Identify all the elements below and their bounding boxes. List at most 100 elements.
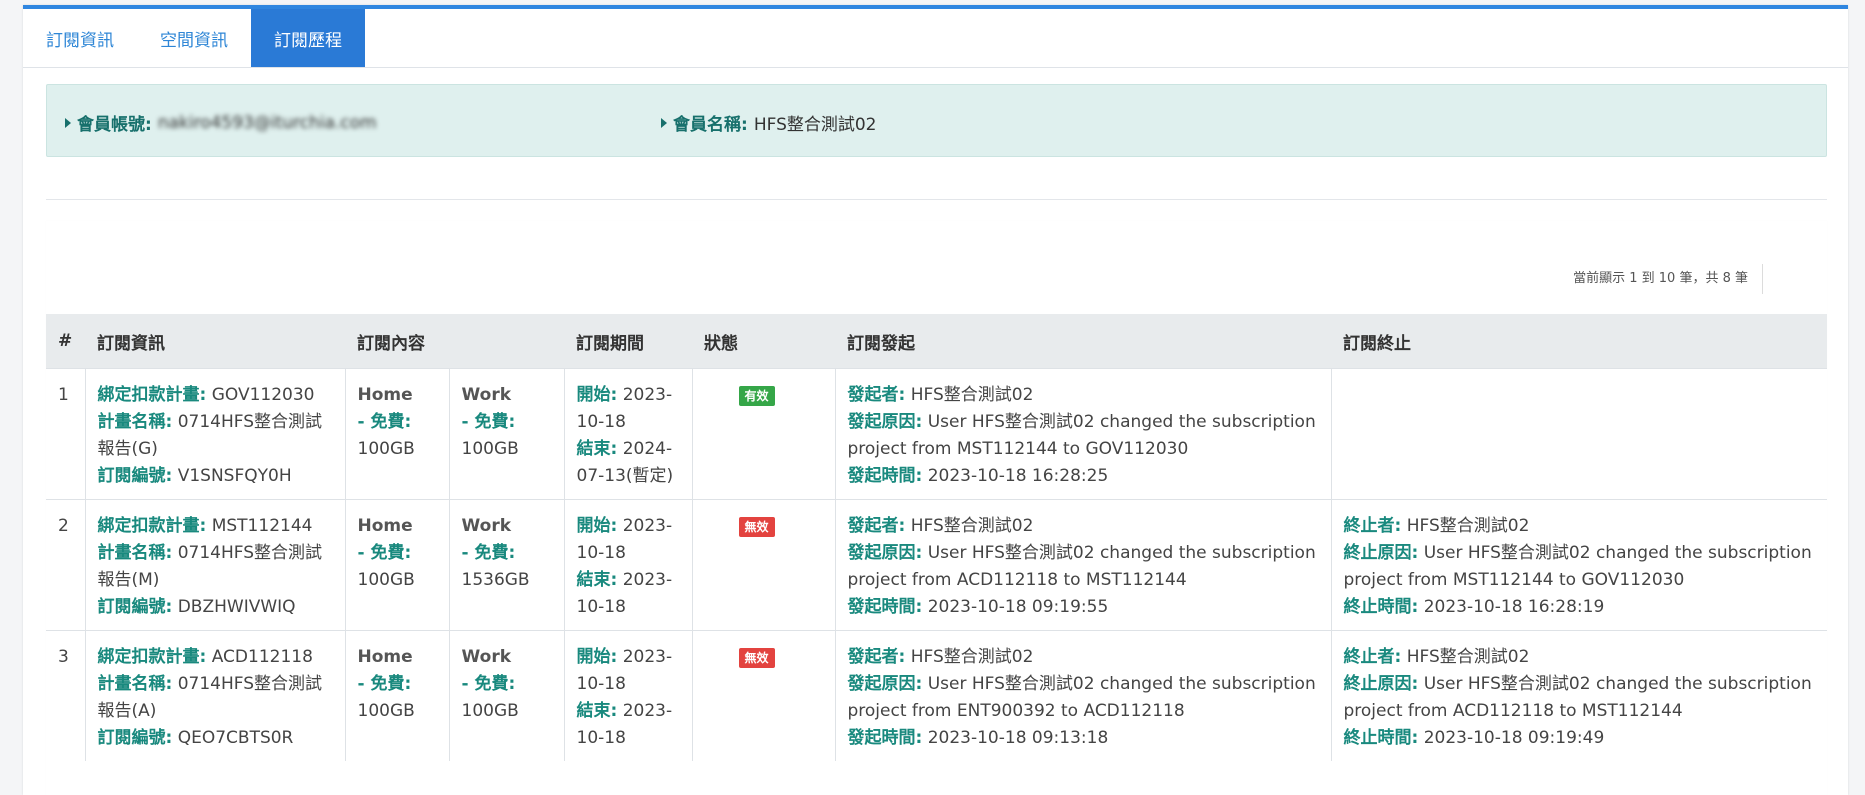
terminator-value: HFS整合測試02 [1406,647,1530,667]
end-label: 結束: [576,701,618,721]
term-time-label: 終止時間: [1343,728,1419,748]
start-label: 開始: [576,516,618,536]
status-badge: 有效 [738,386,775,406]
home-free-value: 100GB [357,570,415,590]
initiator-label: 發起者: [847,516,906,536]
subscription-history-table: # 訂閱資訊 訂閱內容 訂閱期間 狀態 訂閱發起 訂閱終止 1 綁定扣款計畫: … [46,314,1827,761]
caret-right-icon [65,117,71,128]
plan-name-label: 計畫名稱: [97,674,173,694]
home-label: Home [357,385,413,405]
plan-label: 綁定扣款計畫: [97,385,207,405]
init-reason-label: 發起原因: [847,412,923,432]
start-label: 開始: [576,385,618,405]
tab-bar: 訂閱資訊 空間資訊 訂閱歷程 [23,9,1848,68]
sub-no-value: DBZHWIVWIQ [177,597,296,617]
end-label: 結束: [576,570,618,590]
col-header-status: 狀態 [692,314,835,369]
work-free-label: - 免費: [461,543,516,563]
term-reason-label: 終止原因: [1343,543,1419,563]
home-free-label: - 免費: [357,674,412,694]
tab-space-info[interactable]: 空間資訊 [137,9,251,67]
tab-subscription-history[interactable]: 訂閱歷程 [251,9,365,67]
member-account: 會員帳號: nakiro4593@iturchia.com [65,110,377,135]
init-time-label: 發起時間: [847,466,923,486]
home-free-value: 100GB [357,701,415,721]
home-free-label: - 免費: [357,543,412,563]
col-header-period: 訂閱期間 [564,314,692,369]
pagination-summary: 當前顯示 1 到 10 筆，共 8 筆 [1573,264,1763,294]
init-time-label: 發起時間: [847,728,923,748]
caret-right-icon [661,117,667,128]
init-time-label: 發起時間: [847,597,923,617]
sub-no-label: 訂閱編號: [97,597,173,617]
work-free-label: - 免費: [461,674,516,694]
plan-value: GOV112030 [211,385,315,405]
init-reason-label: 發起原因: [847,543,923,563]
home-label: Home [357,516,413,536]
init-time-value: 2023-10-18 16:28:25 [927,466,1109,486]
col-header-num: # [46,314,85,369]
member-name-label: 會員名稱: [673,115,748,135]
sub-no-label: 訂閱編號: [97,728,173,748]
tab-subscription-info[interactable]: 訂閱資訊 [23,9,137,67]
col-header-subscription-info: 訂閱資訊 [85,314,345,369]
term-time-label: 終止時間: [1343,597,1419,617]
member-name-value: HFS整合測試02 [753,115,877,135]
member-account-value: nakiro4593@iturchia.com [157,112,377,133]
member-name: 會員名稱: HFS整合測試02 [661,110,877,135]
main-panel: 訂閱資訊 空間資訊 訂閱歷程 會員帳號: nakiro4593@iturchia… [23,5,1848,795]
initiator-label: 發起者: [847,647,906,667]
initiator-value: HFS整合測試02 [910,647,1034,667]
end-label: 結束: [576,439,618,459]
sub-no-value: V1SNSFQY0H [177,466,292,486]
divider [46,199,1827,200]
col-header-content-2 [449,314,564,369]
home-free-label: - 免費: [357,412,412,432]
status-badge: 無效 [738,517,775,537]
home-label: Home [357,647,413,667]
start-label: 開始: [576,647,618,667]
work-label: Work [461,385,512,405]
row-number: 3 [58,647,69,667]
term-time-value: 2023-10-18 16:28:19 [1423,597,1605,617]
terminator-value: HFS整合測試02 [1406,516,1530,536]
terminator-label: 終止者: [1343,516,1402,536]
sub-no-value: QEO7CBTS0R [177,728,294,748]
plan-name-label: 計畫名稱: [97,543,173,563]
work-label: Work [461,516,512,536]
init-time-value: 2023-10-18 09:19:55 [927,597,1109,617]
table-row: 1 綁定扣款計畫: GOV112030 計畫名稱: 0714HFS整合測試報告(… [46,368,1827,500]
work-free-value: 100GB [461,439,519,459]
plan-value: ACD112118 [211,647,313,667]
row-number: 2 [58,516,69,536]
row-number: 1 [58,385,69,405]
work-free-value: 1536GB [461,570,530,590]
work-free-value: 100GB [461,701,519,721]
history-table-card: 當前顯示 1 到 10 筆，共 8 筆 # 訂閱資訊 訂閱內容 訂閱期間 狀態 … [46,221,1827,795]
work-free-label: - 免費: [461,412,516,432]
plan-name-label: 計畫名稱: [97,412,173,432]
col-header-termination: 訂閱終止 [1331,314,1827,369]
table-row: 2 綁定扣款計畫: MST112144 計畫名稱: 0714HFS整合測試報告(… [46,499,1827,631]
plan-value: MST112144 [211,516,313,536]
terminator-label: 終止者: [1343,647,1402,667]
plan-label: 綁定扣款計畫: [97,516,207,536]
col-header-initiation: 訂閱發起 [835,314,1331,369]
sub-no-label: 訂閱編號: [97,466,173,486]
init-time-value: 2023-10-18 09:13:18 [927,728,1109,748]
table-row: 3 綁定扣款計畫: ACD112118 計畫名稱: 0714HFS整合測試報告(… [46,630,1827,761]
member-account-label: 會員帳號: [77,115,152,135]
term-reason-label: 終止原因: [1343,674,1419,694]
init-reason-label: 發起原因: [847,674,923,694]
plan-label: 綁定扣款計畫: [97,647,207,667]
table-header-row: # 訂閱資訊 訂閱內容 訂閱期間 狀態 訂閱發起 訂閱終止 [46,314,1827,369]
home-free-value: 100GB [357,439,415,459]
col-header-content: 訂閱內容 [345,314,449,369]
status-badge: 無效 [738,648,775,668]
member-info-box: 會員帳號: nakiro4593@iturchia.com 會員名稱: HFS整… [46,84,1827,157]
work-label: Work [461,647,512,667]
initiator-value: HFS整合測試02 [910,385,1034,405]
initiator-label: 發起者: [847,385,906,405]
initiator-value: HFS整合測試02 [910,516,1034,536]
term-time-value: 2023-10-18 09:19:49 [1423,728,1605,748]
